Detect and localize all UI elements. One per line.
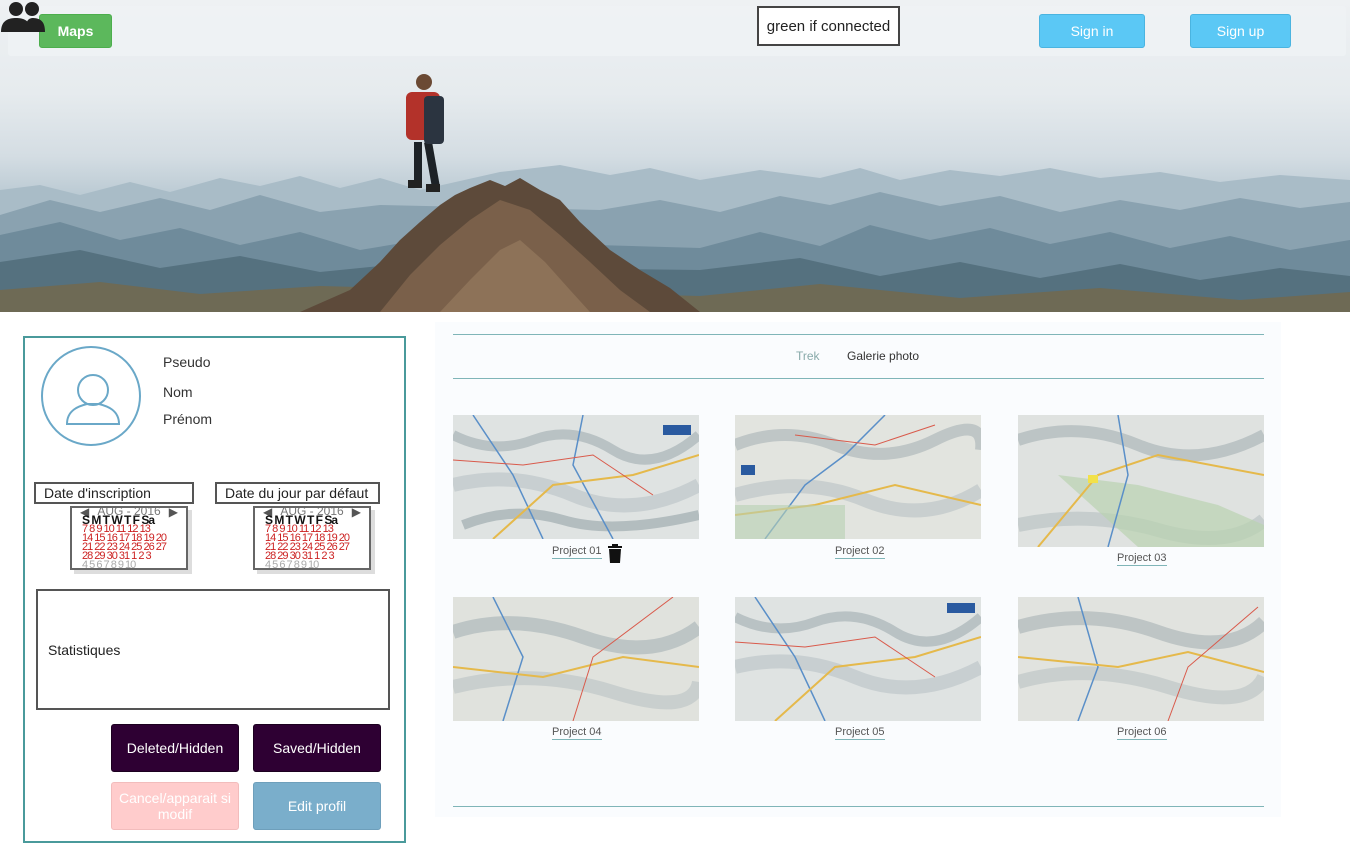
project-thumbnail[interactable]: [735, 415, 981, 539]
registration-date-calendar[interactable]: ◀ AUG - 2016 ▶ S M T W T F Sa 7 8 9 10 1…: [70, 506, 188, 570]
sign-in-button[interactable]: Sign in: [1039, 14, 1145, 48]
project-thumbnail[interactable]: [453, 597, 699, 721]
map-image: [1018, 597, 1264, 721]
divider: [453, 806, 1264, 807]
nom-label: Nom: [163, 384, 193, 400]
divider: [453, 378, 1264, 379]
tab-galerie-photo[interactable]: Galerie photo: [847, 349, 919, 363]
statistics-box: Statistiques: [36, 589, 390, 710]
hero-banner: Maps green if connected Sign in Sign up: [0, 0, 1350, 312]
map-image: [453, 597, 699, 721]
divider: [453, 334, 1264, 335]
next-month-icon[interactable]: ▶: [352, 508, 361, 518]
map-image: [735, 597, 981, 721]
project-link[interactable]: Project 01: [552, 545, 602, 559]
sign-up-button[interactable]: Sign up: [1190, 14, 1291, 48]
statistics-label: Statistiques: [48, 641, 121, 658]
avatar: [41, 346, 141, 446]
edit-profile-button[interactable]: Edit profil: [253, 782, 381, 830]
cancel-button[interactable]: Cancel/apparait si modif: [111, 782, 239, 830]
saved-hidden-button[interactable]: Saved/Hidden: [253, 724, 381, 772]
project-link[interactable]: Project 06: [1117, 726, 1167, 740]
calendar-week[interactable]: 4 5 6 7 8 9 10: [82, 560, 136, 569]
pseudo-label: Pseudo: [163, 354, 211, 370]
project-link[interactable]: Project 05: [835, 726, 885, 740]
project-thumbnail[interactable]: [735, 597, 981, 721]
project-thumbnail[interactable]: [1018, 415, 1264, 547]
tab-trek[interactable]: Trek: [796, 349, 820, 363]
map-image: [1018, 415, 1264, 547]
registration-date-label: Date d'inscription: [34, 482, 194, 504]
trash-icon[interactable]: [607, 544, 623, 563]
prenom-label: Prénom: [163, 411, 213, 427]
top-navbar: [8, 6, 1346, 56]
project-thumbnail[interactable]: [453, 415, 699, 539]
project-thumbnail[interactable]: [1018, 597, 1264, 721]
project-link[interactable]: Project 02: [835, 545, 885, 559]
next-month-icon[interactable]: ▶: [169, 508, 178, 518]
connection-status: green if connected: [757, 6, 900, 46]
deleted-hidden-button[interactable]: Deleted/Hidden: [111, 724, 239, 772]
gallery-panel: [435, 322, 1281, 817]
map-image: [735, 415, 981, 539]
default-date-calendar[interactable]: ◀ AUG - 2016 ▶ S M T W T F Sa 7 8 9 10 1…: [253, 506, 371, 570]
profile-panel: Pseudo Nom Prénom Date d'inscription Dat…: [23, 336, 406, 843]
calendar-week[interactable]: 4 5 6 7 8 9 10: [265, 560, 319, 569]
user-icon: [65, 374, 121, 425]
project-link[interactable]: Project 03: [1117, 552, 1167, 566]
default-date-label: Date du jour par défaut: [215, 482, 380, 504]
map-image: [453, 415, 699, 539]
maps-button[interactable]: Maps: [39, 14, 112, 48]
project-link[interactable]: Project 04: [552, 726, 602, 740]
users-icon: [1, 2, 45, 32]
